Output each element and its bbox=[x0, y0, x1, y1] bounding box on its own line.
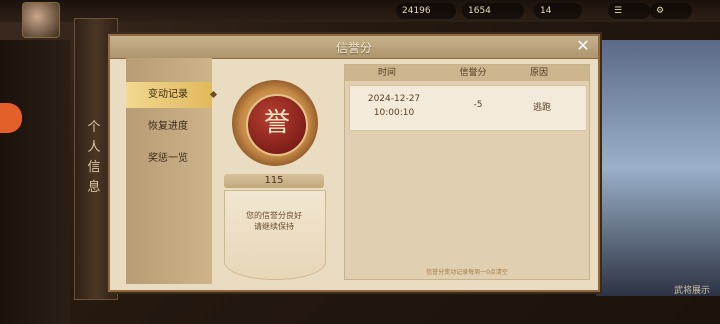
resource-gold: 24196 bbox=[396, 3, 456, 19]
tab-recovery-progress[interactable]: 恢复进度 bbox=[126, 114, 212, 140]
tab-label: 恢复进度 bbox=[148, 121, 188, 132]
change-records-table: 时间 信誉分 原因 2024-12-27 10:00:10 -5 逃跑 信誉分变… bbox=[344, 64, 590, 280]
tab-label: 奖惩一览 bbox=[148, 153, 188, 164]
menu-button[interactable]: ☰ bbox=[608, 3, 650, 19]
tab-label: 变动记录 bbox=[148, 89, 188, 100]
side-panel-title: 个人信息 bbox=[87, 120, 101, 195]
row-score-delta: -5 bbox=[473, 100, 483, 110]
resource-gems: 1654 bbox=[462, 3, 524, 19]
reputation-note: 您的信誉分良好 请继续保持 bbox=[224, 210, 324, 232]
medal-character: 誉 bbox=[263, 108, 290, 138]
row-time: 10:00:10 bbox=[373, 108, 415, 118]
character-showcase-label[interactable]: 武将展示 bbox=[674, 283, 710, 296]
player-avatar[interactable] bbox=[22, 2, 60, 38]
dialog-title: 信誉分 bbox=[335, 41, 372, 55]
tab-column: 变动记录 恢复进度 奖惩一览 bbox=[126, 58, 218, 284]
note-line-2: 请继续保持 bbox=[254, 222, 294, 231]
settings-button[interactable]: ⚙ bbox=[650, 3, 692, 19]
reputation-score: 115 bbox=[264, 175, 284, 186]
resource-tokens: 14 bbox=[534, 3, 582, 19]
table-row: 2024-12-27 10:00:10 -5 逃跑 bbox=[349, 85, 587, 131]
character-art bbox=[596, 40, 720, 296]
note-card bbox=[224, 190, 326, 280]
close-icon[interactable]: ✕ bbox=[574, 36, 592, 56]
table-footer-note: 信誉分变动记录每周一0点清空 bbox=[426, 269, 508, 276]
column-header-time: 时间 bbox=[377, 68, 396, 78]
column-header-reason: 原因 bbox=[529, 68, 548, 78]
row-reason: 逃跑 bbox=[532, 103, 551, 113]
tab-rewards-overview[interactable]: 奖惩一览 bbox=[126, 146, 212, 172]
dialog-header: 信誉分 ✕ bbox=[110, 36, 598, 59]
column-header-score: 信誉分 bbox=[459, 68, 487, 78]
active-indicator-icon bbox=[209, 90, 218, 99]
tab-change-records[interactable]: 变动记录 bbox=[126, 82, 218, 108]
left-decoration bbox=[0, 40, 70, 324]
reputation-summary: 誉 115 您的信誉分良好 请继续保持 ? bbox=[218, 58, 436, 284]
table-header: 时间 信誉分 原因 bbox=[345, 65, 589, 81]
reputation-dialog: 信誉分 ✕ 变动记录 恢复进度 奖惩一览 誉 115 您的信誉分良好 请继续保持… bbox=[108, 34, 600, 292]
note-line-1: 您的信誉分良好 bbox=[246, 211, 302, 220]
row-date: 2024-12-27 bbox=[367, 94, 421, 104]
